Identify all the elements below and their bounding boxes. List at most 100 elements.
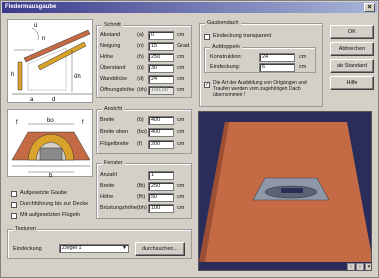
schnitt-code-0: (a) xyxy=(137,32,144,38)
ansicht-unit-2: cm xyxy=(177,141,185,147)
option-checkbox-1[interactable] xyxy=(11,202,17,208)
ansicht-unit-1: cm xyxy=(177,129,185,135)
schnitt-code-1: (n) xyxy=(137,43,144,49)
texturen-title: Texturen xyxy=(13,226,39,232)
schnitt-label-0: Abstand xyxy=(100,32,121,38)
fenster-title: Fenster xyxy=(102,160,125,166)
aufdoppeln-unit-0: cm xyxy=(299,54,307,60)
fenster-label-3: Brüstungshöhe xyxy=(100,205,137,211)
schnitt-unit-5: cm xyxy=(177,87,185,93)
schnitt-code-3: (ü) xyxy=(137,65,144,71)
schnitt-unit-3: cm xyxy=(177,65,185,71)
note-text: Die Art der Ausbildung von Ortgängen und… xyxy=(213,80,307,98)
schnitt-unit-0: cm xyxy=(177,32,185,38)
ok-button[interactable]: OK xyxy=(330,25,374,39)
fenster-code-2: (fh) xyxy=(137,194,146,200)
gaubendach-title: Gaubendach xyxy=(205,20,241,26)
schnitt-input-2[interactable]: 250 xyxy=(148,53,174,62)
close-icon[interactable]: × xyxy=(364,3,375,12)
help-button[interactable]: Hilfe xyxy=(330,76,374,90)
label-b: b xyxy=(49,173,53,178)
scroll-left-icon[interactable]: ‹ xyxy=(347,263,355,270)
label-d: d xyxy=(52,97,55,103)
title-bar: Fledermausgaube × xyxy=(2,2,377,13)
fenster-input-0[interactable]: 1 xyxy=(148,171,174,180)
fenster-input-2[interactable]: 50 xyxy=(148,193,174,202)
label-f-left: f xyxy=(16,120,18,126)
label-ue: ü xyxy=(34,23,37,29)
schnitt-code-4: (d) xyxy=(137,76,144,82)
window-title: Fledermausgaube xyxy=(5,4,57,10)
fenster-input-3[interactable]: 100 xyxy=(148,204,174,213)
label-f-right: f xyxy=(82,120,84,126)
cancel-button[interactable]: Abbrechen xyxy=(330,42,374,56)
ansicht-code-2: (f) xyxy=(137,141,143,147)
fenster-unit-3: cm xyxy=(177,205,185,211)
option-label-1: Durchführung bis zur Decke xyxy=(20,201,89,207)
transparent-checkbox[interactable] xyxy=(204,34,210,40)
preview-viewport[interactable]: ‹ › ▾ xyxy=(198,111,372,271)
option-checkbox-2[interactable] xyxy=(11,213,17,219)
fenster-label-0: Anzahl xyxy=(100,172,117,178)
schnitt-input-1[interactable]: 15 xyxy=(148,42,174,51)
schnitt-title: Schnitt xyxy=(102,22,123,28)
schnitt-label-5: Öffnungshöhe xyxy=(100,87,135,93)
ansicht-label-1: Breite oben xyxy=(100,129,129,135)
chevron-down-icon: ▼ xyxy=(122,245,127,251)
aufdoppeln-title: Aufdoppeln xyxy=(210,44,242,50)
ansicht-input-1[interactable]: 400 xyxy=(148,128,174,137)
fenster-label-2: Höhe xyxy=(100,194,114,200)
label-oeh: öh xyxy=(74,74,81,80)
ansicht-label-2: Flügelbreite xyxy=(100,141,129,147)
browse-button[interactable]: durchsuchen... xyxy=(135,242,185,256)
default-button[interactable]: ab Standard xyxy=(330,59,374,73)
option-checkbox-0[interactable] xyxy=(11,191,17,197)
label-a: a xyxy=(30,97,34,103)
dialog-window: Fledermausgaube × ü n h öh a d Schnitt f… xyxy=(0,0,379,278)
label-n: n xyxy=(42,36,45,42)
note-checkbox[interactable]: ✓ xyxy=(204,82,210,88)
label-bo: bo xyxy=(47,118,54,124)
ansicht-input-0[interactable]: 400 xyxy=(148,116,174,125)
fenster-unit-1: cm xyxy=(177,183,185,189)
aufdoppeln-input-1[interactable]: 6 xyxy=(259,63,295,72)
label-h: h xyxy=(11,72,14,78)
schnitt-unit-4: cm xyxy=(177,76,185,82)
texture-label: Eindeckung xyxy=(13,246,42,252)
schnitt-input-0[interactable]: 0 xyxy=(148,31,174,40)
fenster-label-1: Breite xyxy=(100,183,115,189)
texture-select[interactable]: Ziegel 1 ▼ xyxy=(59,244,129,253)
ansicht-code-0: (b) xyxy=(137,117,144,123)
schnitt-unit-1: Grad xyxy=(177,43,190,49)
schnitt-input-5: 100,00 xyxy=(148,86,174,95)
ansicht-label-0: Breite xyxy=(100,117,115,123)
aufdoppeln-label-1: Eindeckung: xyxy=(210,64,241,70)
scroll-right-icon[interactable]: › xyxy=(356,263,364,270)
schnitt-unit-2: cm xyxy=(177,54,185,60)
scroll-down-icon[interactable]: ▾ xyxy=(365,263,371,270)
fenster-code-3: (bh) xyxy=(137,205,147,211)
texture-select-value: Ziegel 1 xyxy=(62,245,82,251)
fenster-input-1[interactable]: 250 xyxy=(148,182,174,191)
aufdoppeln-unit-1: cm xyxy=(299,64,307,70)
fenster-unit-2: cm xyxy=(177,194,185,200)
schnitt-code-2: (h) xyxy=(137,54,144,60)
option-label-0: Aufgesetzte Gaube xyxy=(20,190,68,196)
fenster-code-1: (fb) xyxy=(137,183,146,189)
ansicht-title: Ansicht xyxy=(102,106,125,112)
option-label-2: Mit aufgesetzten Flügeln xyxy=(20,212,80,218)
section-diagram: ü n h öh a d xyxy=(7,19,93,103)
ansicht-unit-0: cm xyxy=(177,117,185,123)
schnitt-code-5: (öh) xyxy=(137,87,147,93)
schnitt-input-3[interactable]: 30 xyxy=(148,64,174,73)
ansicht-input-2[interactable]: 200 xyxy=(148,140,174,149)
view-diagram: f bo f b xyxy=(7,109,93,179)
schnitt-input-4[interactable]: 24 xyxy=(148,75,174,84)
schnitt-label-1: Neigung xyxy=(100,43,121,49)
transparent-label: Eindeckung transparent xyxy=(213,33,272,39)
aufdoppeln-input-0[interactable]: 24 xyxy=(259,53,295,62)
schnitt-label-2: Höhe xyxy=(100,54,114,60)
schnitt-label-3: Überstand xyxy=(100,65,126,71)
ansicht-code-1: (bo) xyxy=(137,129,147,135)
aufdoppeln-label-0: Konstruktion: xyxy=(210,54,243,60)
